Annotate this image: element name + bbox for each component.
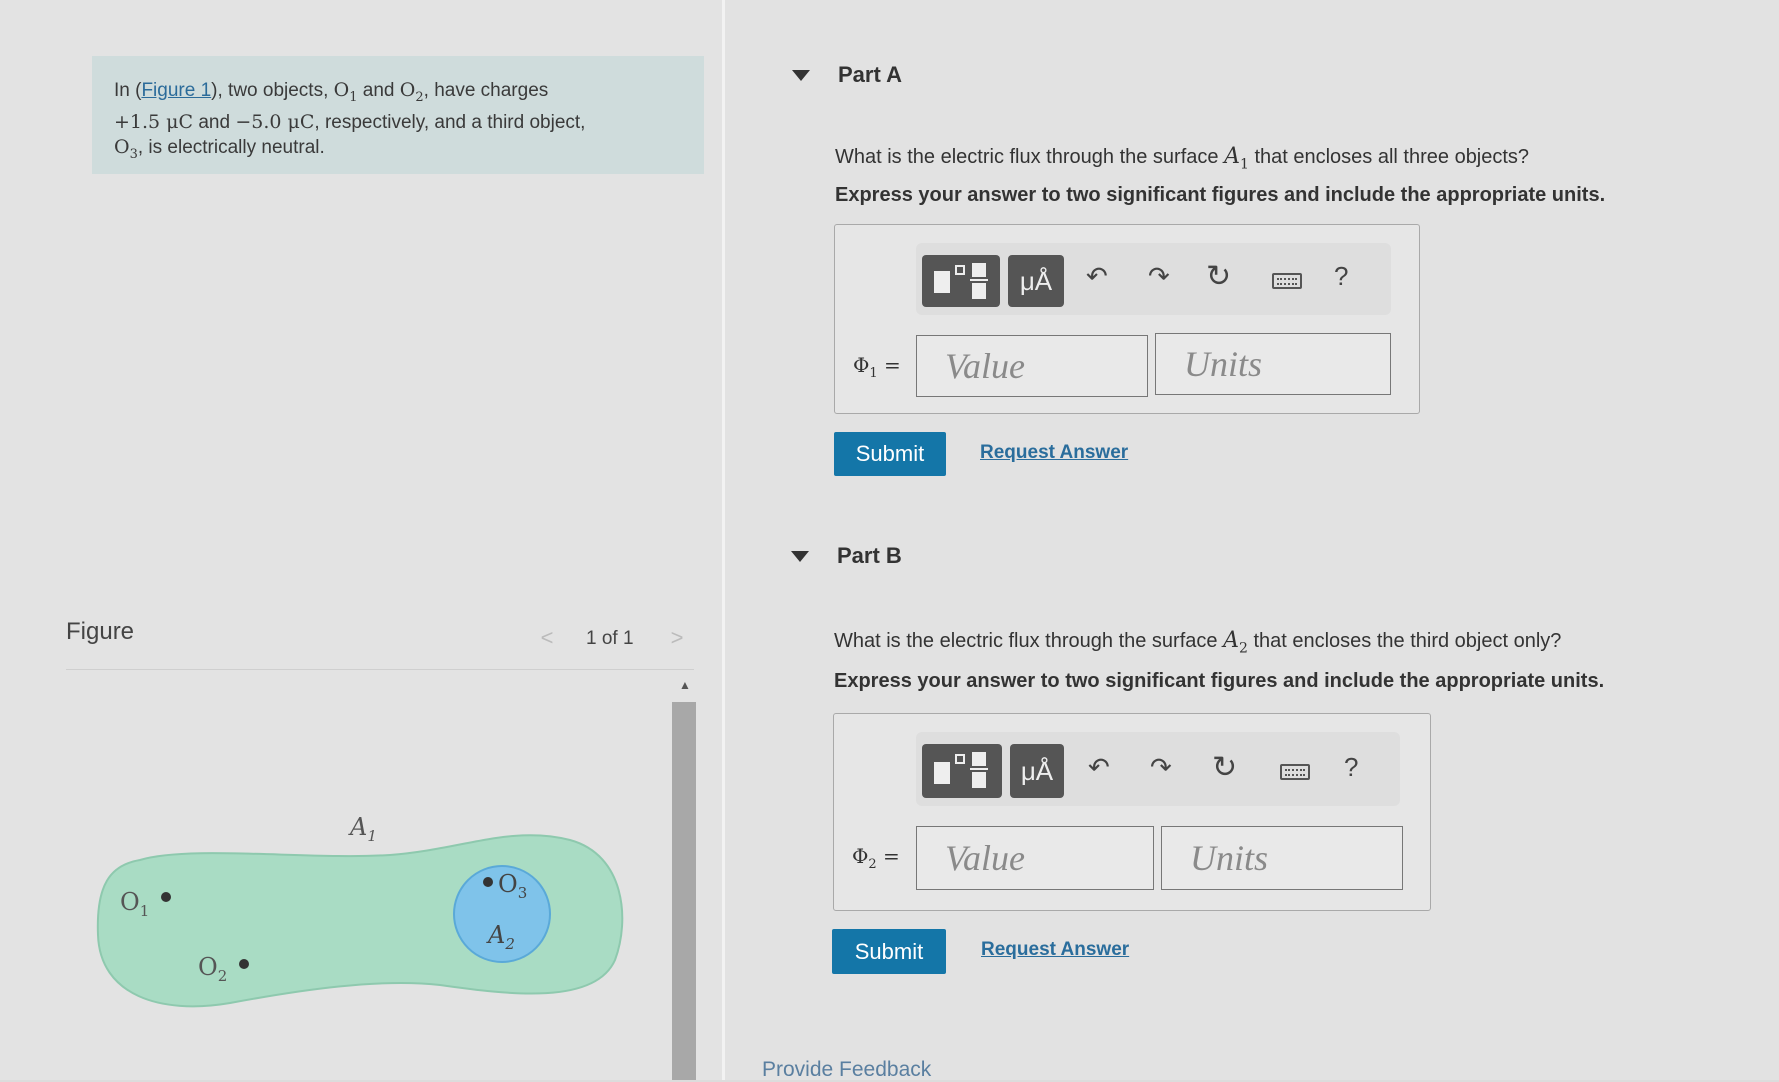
part-b-question: What is the electric flux through the su…	[834, 628, 1562, 657]
part-a-eq-label: Φ1 =	[853, 353, 901, 381]
charge-2: −5.0 μC	[235, 110, 315, 133]
help-button[interactable]: ?	[1334, 261, 1348, 292]
object-o3: O3	[114, 135, 138, 162]
part-a-collapse-icon[interactable]	[792, 70, 810, 81]
figure-header: Figure	[66, 618, 135, 645]
part-b-submit-button[interactable]: Submit	[832, 929, 946, 974]
part-a-toolbar: μÅ ↶ ↷ ↻ ?	[916, 243, 1391, 315]
charge-o2-dot	[239, 959, 249, 969]
part-b-request-answer-link[interactable]: Request Answer	[981, 939, 1129, 961]
help-button[interactable]: ?	[1344, 752, 1358, 783]
part-b-instruction: Express your answer to two significant f…	[834, 670, 1605, 692]
gauss-surface-figure: A1 O1 O2 O3 A2	[96, 813, 624, 1008]
problem-text: ), two objects,	[211, 80, 334, 101]
fraction-template-icon[interactable]	[922, 255, 1000, 307]
undo-icon[interactable]: ↶	[1088, 752, 1110, 783]
object-o3-dot	[483, 877, 493, 887]
part-a-value-input[interactable]: Value	[916, 335, 1148, 397]
redo-icon[interactable]: ↷	[1148, 261, 1170, 292]
part-b-units-input[interactable]: Units	[1161, 826, 1403, 890]
figure-scrollbar[interactable]	[672, 702, 696, 1080]
charge-1: +1.5 μC	[114, 110, 194, 133]
problem-statement: In (Figure 1), two objects, O1 and O2, h…	[92, 56, 704, 174]
part-a-answer-box: μÅ ↶ ↷ ↻ ? Φ1 = Value Units	[834, 224, 1420, 414]
part-a-header[interactable]: Part A	[838, 62, 902, 88]
pager-next-button[interactable]: >	[660, 620, 694, 656]
units-button[interactable]: μÅ	[1010, 744, 1064, 798]
redo-icon[interactable]: ↷	[1150, 752, 1172, 783]
part-a-instruction: Express your answer to two significant f…	[835, 184, 1606, 206]
part-a-submit-button[interactable]: Submit	[834, 432, 946, 476]
part-b-eq-label: Φ2 =	[852, 844, 900, 872]
problem-text: In (	[114, 80, 142, 101]
part-b-answer-box: μÅ ↶ ↷ ↻ ? Φ2 = Value Units	[833, 713, 1431, 911]
part-b-collapse-icon[interactable]	[791, 551, 809, 562]
reset-icon[interactable]: ↻	[1206, 259, 1231, 294]
pager-label: 1 of 1	[586, 628, 634, 649]
problem-text: and	[357, 80, 400, 101]
keyboard-icon[interactable]	[1280, 764, 1310, 780]
reset-icon[interactable]: ↻	[1212, 750, 1237, 785]
label-a1: A1	[348, 813, 377, 845]
fraction-template-icon[interactable]	[922, 744, 1002, 798]
left-pane: In (Figure 1), two objects, O1 and O2, h…	[0, 0, 722, 1080]
part-a-units-input[interactable]: Units	[1155, 333, 1391, 395]
part-b-header[interactable]: Part B	[837, 543, 902, 569]
object-o1: O1	[333, 79, 358, 105]
part-b-toolbar: μÅ ↶ ↷ ↻ ?	[916, 732, 1400, 806]
pager-prev-button[interactable]: <	[530, 620, 564, 656]
undo-icon[interactable]: ↶	[1086, 261, 1108, 292]
part-a-request-answer-link[interactable]: Request Answer	[980, 442, 1128, 464]
object-o2: O2	[399, 79, 424, 105]
figure-link[interactable]: Figure 1	[141, 80, 211, 101]
problem-text: , respectively, and a third object,	[314, 111, 586, 133]
part-b-value-input[interactable]: Value	[916, 826, 1154, 890]
units-button[interactable]: μÅ	[1008, 255, 1064, 307]
part-a-question: What is the electric flux through the su…	[835, 144, 1530, 173]
keyboard-icon[interactable]	[1272, 273, 1302, 289]
problem-text: and	[193, 111, 236, 133]
scroll-up-icon[interactable]: ▲	[678, 678, 692, 692]
problem-text: , have charges	[423, 80, 549, 101]
figure-divider	[66, 669, 694, 670]
charge-o1-dot	[161, 892, 171, 902]
provide-feedback-link[interactable]: Provide Feedback	[762, 1058, 931, 1082]
problem-text: , is electrically neutral.	[137, 136, 325, 158]
